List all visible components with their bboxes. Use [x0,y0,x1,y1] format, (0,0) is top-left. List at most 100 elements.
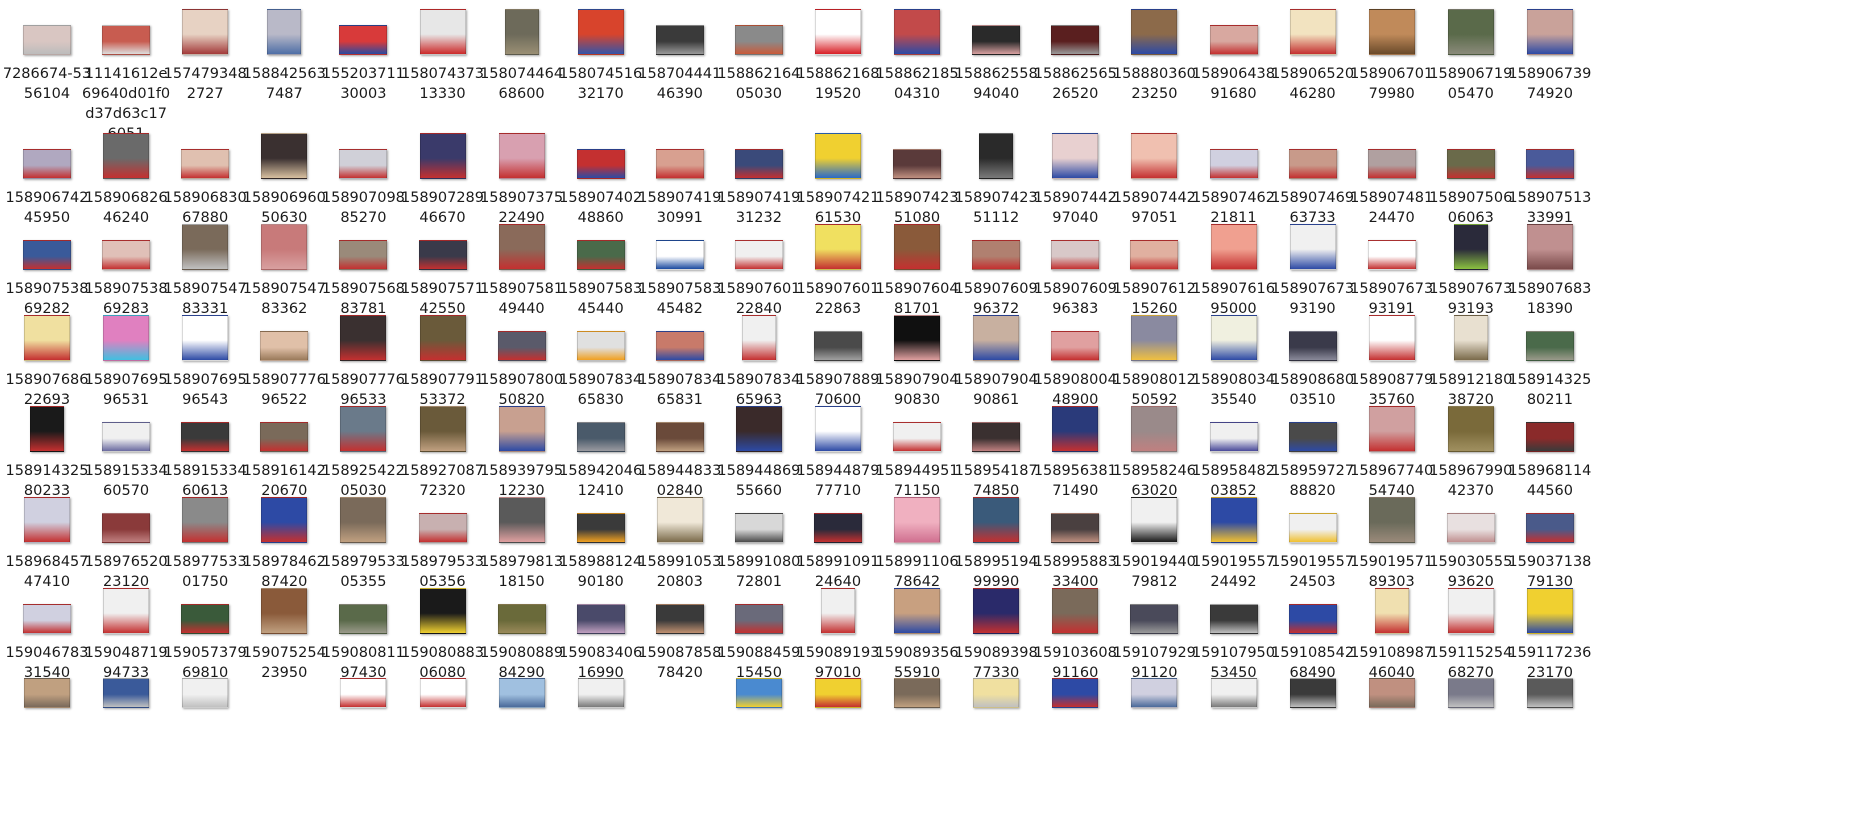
thumbnail-image [1051,240,1100,270]
thumbnail-image [1052,588,1099,634]
thumbnail-image [261,497,308,543]
thumbnail-image [181,604,230,634]
thumbnail-image [418,240,467,270]
file-tile[interactable] [1503,678,1597,708]
thumbnail-image [261,133,308,179]
thumbnail-image [741,315,776,361]
thumbnail-image [734,149,783,179]
thumbnail-image [1525,149,1574,179]
thumbnail-image [102,25,151,55]
thumbnail-image [182,224,229,270]
thumbnail-image [102,240,151,270]
thumbnail-image [339,604,388,634]
file-name-label: 158906739 74920 [1508,66,1592,102]
thumbnail-image [577,9,624,55]
thumbnail-image [1210,678,1257,708]
file-tile[interactable]: 158914325 80211 [1503,313,1597,408]
thumbnail-image [1368,315,1415,361]
thumbnail-image [498,133,545,179]
thumbnail-image [23,240,71,270]
thumbnail-image [260,331,309,361]
thumbnail-image [1288,149,1337,179]
thumbnail-image [576,331,625,361]
thumbnail-image [1051,513,1100,543]
file-explorer-thumbnail-view: { "rows": [ [ {"label":"7286674-53\n5610… [0,0,1858,835]
thumbnail-image [1130,240,1179,270]
thumbnail-image [419,133,466,179]
thumbnail-image [973,315,1020,361]
thumbnail-image [419,406,466,452]
thumbnail-image [497,604,546,634]
thumbnail-image [1288,422,1337,452]
thumbnail-image [182,497,229,543]
thumbnail-image [1447,406,1494,452]
thumbnail-image [656,497,703,543]
thumbnail-image [30,406,64,452]
thumbnail-image [1447,678,1494,708]
thumbnail-image [735,678,782,708]
thumbnail-image [339,149,388,179]
thumbnail-image [419,315,466,361]
thumbnail-image [972,25,1021,55]
thumbnail-image [1525,422,1574,452]
thumbnail-image [24,497,70,543]
thumbnail-image [1209,149,1258,179]
thumbnail-image [972,422,1021,452]
thumbnail-image [1288,604,1337,634]
thumbnail-image [102,422,151,452]
file-tile[interactable]: 158907683 18390 [1503,222,1597,317]
thumbnail-image [1367,240,1416,270]
thumbnail-image [1526,588,1573,634]
thumbnail-image [1130,604,1179,634]
thumbnail-image [23,25,71,55]
thumbnail-image [504,9,539,55]
thumbnail-grid: 7286674-53 56104 11141612e 69640d01f0 d37… [0,0,1858,835]
thumbnail-image [23,149,71,179]
thumbnail-image [576,513,625,543]
thumbnail-image [340,497,387,543]
thumbnail-image [734,25,783,55]
thumbnail-image [103,678,150,708]
thumbnail-image [577,678,624,708]
thumbnail-image [1052,133,1099,179]
thumbnail-image [1289,678,1336,708]
thumbnail-image [340,406,387,452]
file-name-label: 159117236 23170 [1508,645,1592,681]
thumbnail-image [1446,513,1495,543]
thumbnail-image [497,331,546,361]
thumbnail-image [260,422,309,452]
thumbnail-image [1131,497,1178,543]
thumbnail-image [1374,588,1409,634]
thumbnail-image [1368,406,1415,452]
thumbnail-image [261,224,308,270]
thumbnail-image [734,240,783,270]
thumbnail-image [655,604,704,634]
thumbnail-image [267,9,302,55]
thumbnail-image [821,588,855,634]
file-tile[interactable]: 159037138 79130 [1503,495,1597,590]
thumbnail-image [1288,513,1337,543]
thumbnail-image [893,422,942,452]
thumbnail-image [1367,149,1416,179]
thumbnail-image [182,9,229,55]
thumbnail-image [419,678,466,708]
file-tile[interactable]: 159117236 23170 [1503,586,1597,681]
file-tile[interactable] [158,678,252,708]
thumbnail-image [181,149,230,179]
thumbnail-image [1526,9,1573,55]
file-tile[interactable]: 158968114 44560 [1503,404,1597,499]
thumbnail-image [1131,406,1178,452]
thumbnail-image [24,315,70,361]
file-tile[interactable]: 158906739 74920 [1503,7,1597,102]
file-tile[interactable]: 158907513 33991 [1503,131,1597,226]
thumbnail-image [815,406,861,452]
thumbnail-image [894,497,941,543]
thumbnail-image [1525,331,1574,361]
thumbnail-image [894,678,941,708]
file-tile[interactable] [554,678,648,708]
thumbnail-image [734,604,783,634]
thumbnail-image [1447,9,1494,55]
thumbnail-image [1526,678,1573,708]
thumbnail-image [973,497,1020,543]
thumbnail-image [340,678,387,708]
